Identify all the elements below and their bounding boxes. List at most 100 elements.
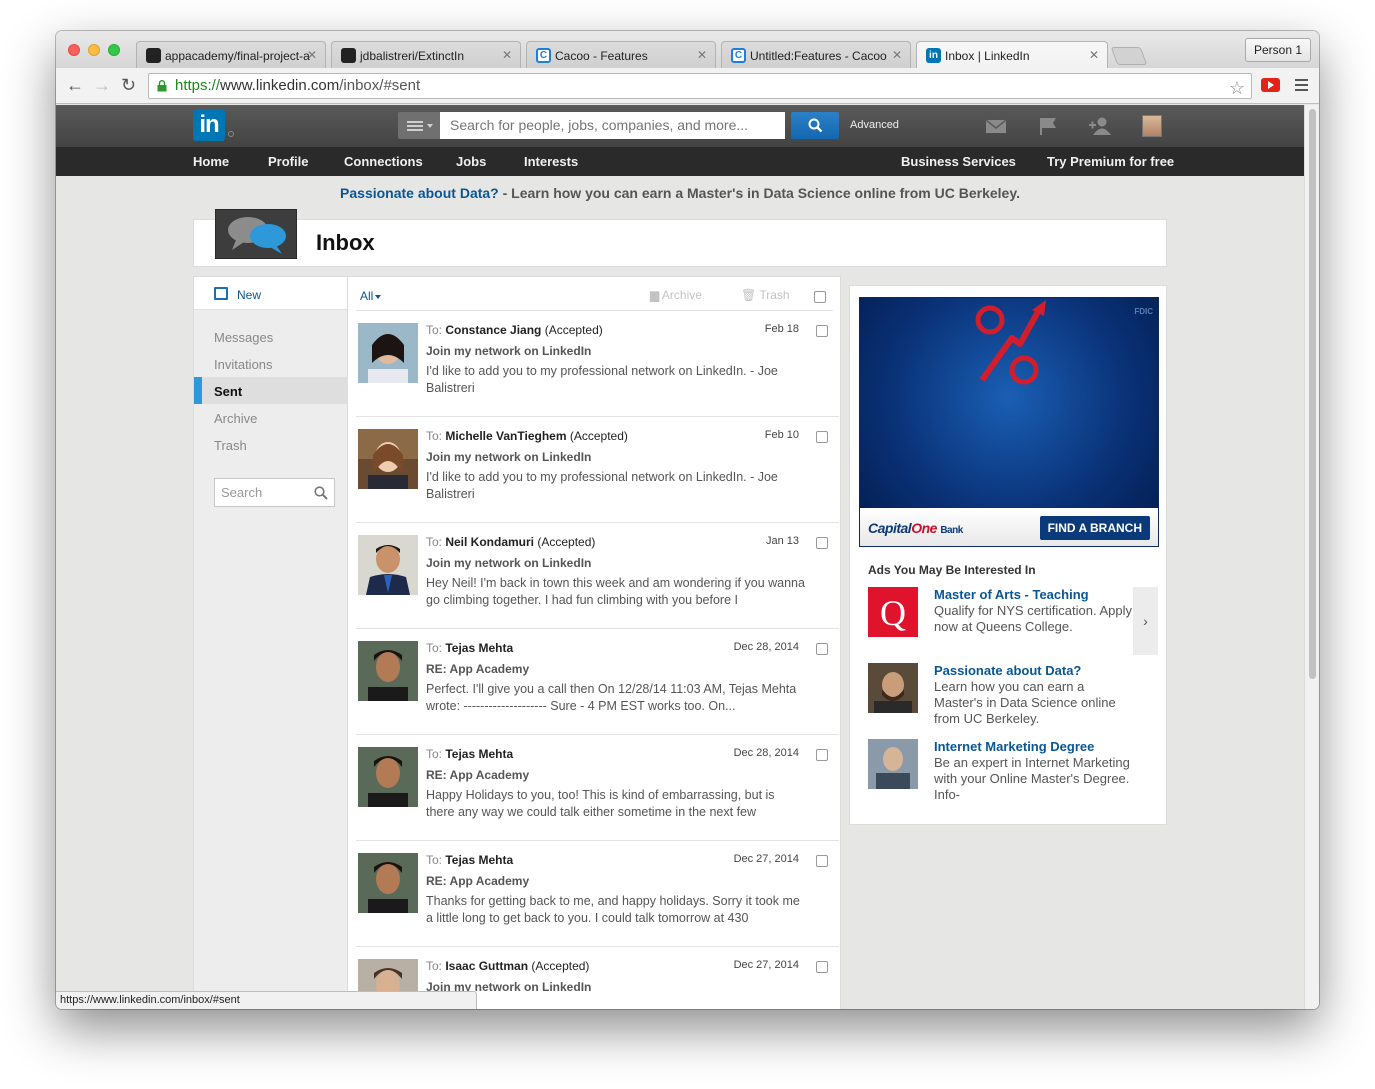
promo-text: - Learn how you can earn a Master's in D… — [498, 185, 1020, 201]
forward-arrow-icon[interactable]: → — [93, 76, 111, 94]
archive-button[interactable]: ▆ Archive — [650, 288, 702, 302]
recipient-name[interactable]: Neil Kondamuri — [445, 535, 534, 549]
nav-jobs[interactable]: Jobs — [456, 154, 486, 169]
minimize-window-button[interactable] — [88, 44, 100, 56]
recipient-name[interactable]: Tejas Mehta — [445, 853, 513, 867]
message-row[interactable]: To: Constance Jiang (Accepted) Feb 18 Jo… — [356, 311, 839, 417]
nav-business-services[interactable]: Business Services — [901, 154, 1016, 169]
recipient-name[interactable]: Isaac Guttman — [445, 959, 528, 973]
tab-close-icon[interactable]: ✕ — [502, 48, 512, 62]
message-checkbox[interactable] — [816, 961, 828, 973]
tab-close-icon[interactable]: ✕ — [697, 48, 707, 62]
nav-try-premium[interactable]: Try Premium for free — [1047, 154, 1174, 169]
bank-display-ad[interactable]: FDIC CapitalOne Bank FIND A BRANCH — [859, 297, 1159, 547]
message-row[interactable]: To: Tejas Mehta Dec 27, 2014 RE: App Aca… — [356, 841, 839, 947]
recipient-name[interactable]: Michelle VanTieghem — [445, 429, 566, 443]
back-arrow-icon[interactable]: ← — [66, 76, 84, 94]
ads-next-button[interactable]: › — [1133, 587, 1158, 655]
ad-text: Qualify for NYS certification. Apply now… — [934, 603, 1132, 634]
new-tab-button[interactable] — [1110, 47, 1148, 65]
browser-menu-icon[interactable] — [1295, 79, 1308, 94]
messages-envelope-icon[interactable] — [985, 116, 1007, 136]
message-recipient: To: Neil Kondamuri (Accepted) — [426, 535, 596, 549]
notifications-flag-icon[interactable] — [1038, 116, 1060, 136]
message-snippet: I'd like to add you to my professional n… — [426, 470, 778, 501]
find-branch-button[interactable]: FIND A BRANCH — [1039, 516, 1150, 540]
linkedin-icon: in — [926, 48, 941, 63]
message-checkbox[interactable] — [816, 749, 828, 761]
message-date: Dec 28, 2014 — [733, 641, 799, 653]
message-checkbox[interactable] — [816, 537, 828, 549]
compose-icon — [214, 287, 228, 300]
address-bar[interactable]: https://www.linkedin.com/inbox/#sent ☆ — [148, 73, 1252, 99]
ad-title[interactable]: Master of Arts - Teaching — [934, 587, 1089, 602]
message-checkbox[interactable] — [816, 431, 828, 443]
message-row[interactable]: To: Tejas Mehta Dec 28, 2014 RE: App Aca… — [356, 629, 839, 735]
nav-home[interactable]: Home — [193, 154, 229, 169]
recipient-name[interactable]: Tejas Mehta — [445, 747, 513, 761]
browser-tab[interactable]: appacademy/final-project-a ✕ — [136, 41, 326, 68]
scrollbar-thumb[interactable] — [1309, 109, 1316, 679]
tab-title: Untitled:Features - Cacoo — [750, 49, 887, 63]
message-checkbox[interactable] — [816, 643, 828, 655]
trash-button[interactable]: 🗑 Trash — [741, 288, 790, 302]
browser-tab[interactable]: C Untitled:Features - Cacoo ✕ — [721, 41, 911, 68]
message-checkbox[interactable] — [816, 325, 828, 337]
sidebar-item-invitations[interactable]: Invitations — [194, 350, 347, 377]
nav-connections[interactable]: Connections — [344, 154, 423, 169]
svg-text:Q: Q — [880, 593, 906, 633]
browser-tab[interactable]: jdbalistreri/ExtinctIn ✕ — [331, 41, 521, 68]
reload-icon[interactable]: ↻ — [121, 76, 136, 94]
close-window-button[interactable] — [68, 44, 80, 56]
global-search-input[interactable] — [440, 112, 785, 139]
nav-profile[interactable]: Profile — [268, 154, 308, 169]
sidebar-item-trash[interactable]: Trash — [194, 431, 347, 458]
inbox-search-input[interactable]: Search — [214, 478, 335, 507]
sidebar-item-sent[interactable]: Sent — [194, 377, 347, 404]
sidebar-item-messages[interactable]: Messages — [194, 323, 347, 350]
browser-tab-active[interactable]: in Inbox | LinkedIn ✕ — [916, 41, 1108, 68]
message-row[interactable]: To: Neil Kondamuri (Accepted) Jan 13 Joi… — [356, 523, 839, 629]
search-button[interactable] — [791, 112, 839, 139]
add-connections-icon[interactable] — [1089, 116, 1111, 136]
recipient-name[interactable]: Tejas Mehta — [445, 641, 513, 655]
cacoo-icon: C — [536, 48, 551, 63]
linkedin-logo[interactable]: in — [193, 109, 225, 141]
queens-college-logo: Q — [868, 587, 918, 637]
profile-button[interactable]: Person 1 — [1244, 38, 1311, 62]
select-all-checkbox[interactable] — [814, 291, 826, 303]
message-row[interactable]: To: Michelle VanTieghem (Accepted) Feb 1… — [356, 417, 839, 523]
search-category-dropdown[interactable] — [398, 112, 440, 139]
youtube-extension-icon[interactable] — [1261, 78, 1280, 92]
avatar — [358, 641, 418, 701]
avatar — [358, 323, 418, 383]
tab-close-icon[interactable]: ✕ — [1089, 48, 1099, 62]
message-row[interactable]: To: Tejas Mehta Dec 28, 2014 RE: App Aca… — [356, 735, 839, 841]
tab-title: Inbox | LinkedIn — [945, 49, 1030, 63]
message-recipient: To: Tejas Mehta — [426, 747, 514, 761]
promo-link[interactable]: Passionate about Data? — [340, 185, 499, 201]
profile-avatar[interactable] — [1142, 115, 1162, 137]
bookmark-star-icon[interactable]: ☆ — [1229, 76, 1245, 100]
url-host: www.linkedin.com — [220, 77, 340, 94]
page-scrollbar[interactable] — [1304, 105, 1319, 1009]
filter-dropdown[interactable]: All — [360, 289, 382, 303]
message-checkbox[interactable] — [816, 855, 828, 867]
page-title: Inbox — [316, 230, 375, 255]
recipient-name[interactable]: Constance Jiang — [445, 323, 541, 337]
trash-label: Trash — [759, 288, 790, 302]
tab-close-icon[interactable]: ✕ — [892, 48, 902, 62]
bank-ad-footer: CapitalOne Bank FIND A BRANCH — [860, 508, 1158, 546]
github-icon — [146, 48, 161, 63]
ad-title[interactable]: Passionate about Data? — [934, 663, 1081, 678]
sidebar-item-archive[interactable]: Archive — [194, 404, 347, 431]
tab-close-icon[interactable]: ✕ — [307, 48, 317, 62]
zoom-window-button[interactable] — [108, 44, 120, 56]
browser-tab[interactable]: C Cacoo - Features ✕ — [526, 41, 716, 68]
message-recipient: To: Isaac Guttman (Accepted) — [426, 959, 590, 973]
new-message-button[interactable]: New — [194, 277, 347, 310]
advanced-search-link[interactable]: Advanced — [850, 119, 899, 131]
nav-interests[interactable]: Interests — [524, 154, 578, 169]
github-icon — [341, 48, 356, 63]
ad-title[interactable]: Internet Marketing Degree — [934, 739, 1094, 754]
